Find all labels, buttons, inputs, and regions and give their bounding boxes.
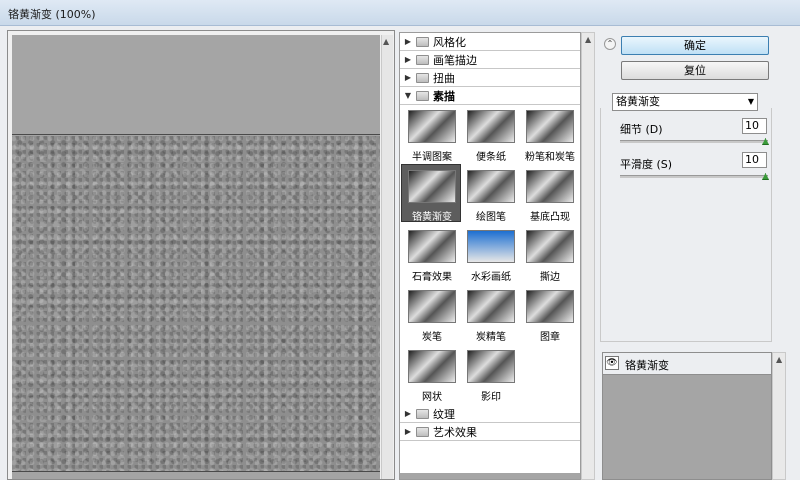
title-bar: 铬黄渐变 (100%) — [0, 0, 800, 26]
filter-thumb[interactable]: 水彩画纸 — [462, 226, 520, 284]
window-title: 铬黄渐变 (100%) — [8, 8, 96, 21]
thumb-image — [467, 170, 515, 203]
folder-label: 纹理 — [433, 407, 455, 421]
thumb-image — [408, 170, 456, 203]
effect-layer-name: 铬黄渐变 — [625, 359, 669, 372]
canvas-background-band — [12, 35, 380, 135]
layers-scrollbar[interactable]: ▲ — [772, 352, 786, 480]
smoothness-slider-track[interactable] — [620, 175, 768, 178]
filter-thumbnails: 半调图案 便条纸 粉笔和炭笔 铬黄渐变 绘图笔 基底凸现 石膏效果 水彩画纸 撕… — [400, 106, 580, 436]
filter-thumb[interactable]: 石膏效果 — [403, 226, 461, 284]
thumb-label: 铬黄渐变 — [412, 212, 452, 223]
thumb-label: 便条纸 — [476, 152, 506, 163]
thumb-image — [526, 110, 574, 143]
preview-scrollbar[interactable]: ▲ — [381, 35, 393, 479]
filter-thumb[interactable]: 图章 — [521, 286, 579, 344]
expand-arrow-icon[interactable]: ▶ — [402, 427, 414, 436]
filter-thumb[interactable]: 绘图笔 — [462, 166, 520, 224]
folder-icon — [416, 426, 429, 437]
folder-icon — [416, 36, 429, 47]
gallery-empty-area — [400, 473, 580, 479]
thumb-label: 炭精笔 — [476, 332, 506, 343]
thumb-image — [408, 350, 456, 383]
thumb-image — [467, 110, 515, 143]
thumb-image — [526, 170, 574, 203]
folder-label: 风格化 — [433, 35, 466, 49]
reset-button[interactable]: 复位 — [621, 61, 769, 80]
folder-row-sketch[interactable]: ▼ 素描 — [400, 87, 580, 105]
folder-row-artistic[interactable]: ▶ 艺术效果 — [400, 423, 580, 441]
thumb-label: 石膏效果 — [412, 272, 452, 283]
folder-label: 扭曲 — [433, 71, 455, 85]
folder-icon — [416, 54, 429, 65]
folder-row-distort[interactable]: ▶ 扭曲 — [400, 69, 580, 87]
thumb-label: 图章 — [540, 332, 560, 343]
effect-layers-panel: 👁 铬黄渐变 — [602, 352, 772, 480]
collapse-arrow-icon[interactable]: ▼ — [402, 91, 414, 100]
thumb-label: 网状 — [422, 392, 442, 403]
effect-layer-row[interactable]: 👁 铬黄渐变 — [603, 353, 771, 375]
filter-thumb[interactable]: 撕边 — [521, 226, 579, 284]
thumb-label: 炭笔 — [422, 332, 442, 343]
thumb-image — [408, 110, 456, 143]
filter-thumb[interactable]: 炭笔 — [403, 286, 461, 344]
folder-row-stylize[interactable]: ▶ 风格化 — [400, 33, 580, 51]
expand-arrow-icon[interactable]: ▶ — [402, 55, 414, 64]
preview-canvas[interactable] — [12, 35, 380, 479]
folder-icon — [416, 90, 429, 101]
folder-icon — [416, 408, 429, 419]
scroll-up-icon[interactable]: ▲ — [776, 355, 782, 364]
double-chevron-up-icon[interactable]: ⌃ — [604, 38, 616, 50]
smoothness-input[interactable]: 10 — [742, 152, 767, 168]
detail-label: 细节 (D) — [620, 123, 663, 136]
filter-select-value: 铬黄渐变 — [616, 95, 660, 108]
filter-gallery: ▶ 风格化 ▶ 画笔描边 ▶ 扭曲 ▼ 素描 半调图案 便条纸 粉笔和炭笔 铬黄… — [399, 32, 581, 480]
thumb-label: 撕边 — [540, 272, 560, 283]
thumb-image — [467, 230, 515, 263]
thumb-image — [408, 290, 456, 323]
filter-thumb-selected[interactable]: 铬黄渐变 — [401, 164, 461, 224]
chevron-down-icon[interactable]: ▼ — [748, 94, 754, 110]
expand-arrow-icon[interactable]: ▶ — [402, 73, 414, 82]
filter-thumb[interactable]: 粉笔和炭笔 — [521, 106, 579, 164]
detail-slider-track[interactable] — [620, 140, 768, 143]
filter-thumb[interactable]: 影印 — [462, 346, 520, 404]
filter-settings-panel — [600, 108, 772, 342]
thumb-image — [467, 290, 515, 323]
filter-thumb[interactable]: 便条纸 — [462, 106, 520, 164]
filter-select[interactable]: 铬黄渐变 ▼ — [612, 93, 758, 111]
thumb-image — [526, 230, 574, 263]
thumb-image — [467, 350, 515, 383]
gallery-scrollbar[interactable]: ▲ — [581, 32, 595, 480]
folder-row-texture[interactable]: ▶ 纹理 — [400, 405, 580, 423]
expand-arrow-icon[interactable]: ▶ — [402, 409, 414, 418]
scroll-up-icon[interactable]: ▲ — [383, 37, 389, 46]
preview-image — [12, 136, 380, 472]
thumb-label: 半调图案 — [412, 152, 452, 163]
filter-thumb[interactable]: 半调图案 — [403, 106, 461, 164]
folder-icon — [416, 72, 429, 83]
thumb-label: 基底凸现 — [530, 212, 570, 223]
preview-panel: ▲ — [7, 30, 395, 480]
ok-button[interactable]: 确定 — [621, 36, 769, 55]
filter-thumb[interactable]: 网状 — [403, 346, 461, 404]
filter-thumb[interactable]: 基底凸现 — [521, 166, 579, 224]
smoothness-label: 平滑度 (S) — [620, 158, 673, 171]
folder-label: 画笔描边 — [433, 53, 477, 67]
folder-label: 艺术效果 — [433, 425, 477, 439]
detail-input[interactable]: 10 — [742, 118, 767, 134]
eye-icon[interactable]: 👁 — [605, 356, 619, 370]
thumb-image — [408, 230, 456, 263]
scroll-up-icon[interactable]: ▲ — [585, 35, 591, 44]
folder-label: 素描 — [433, 89, 455, 103]
expand-arrow-icon[interactable]: ▶ — [402, 37, 414, 46]
folder-row-brush-strokes[interactable]: ▶ 画笔描边 — [400, 51, 580, 69]
filter-thumb[interactable]: 炭精笔 — [462, 286, 520, 344]
thumb-label: 粉笔和炭笔 — [525, 152, 575, 163]
thumb-label: 水彩画纸 — [471, 272, 511, 283]
thumb-label: 绘图笔 — [476, 212, 506, 223]
thumb-image — [526, 290, 574, 323]
thumb-label: 影印 — [481, 392, 501, 403]
